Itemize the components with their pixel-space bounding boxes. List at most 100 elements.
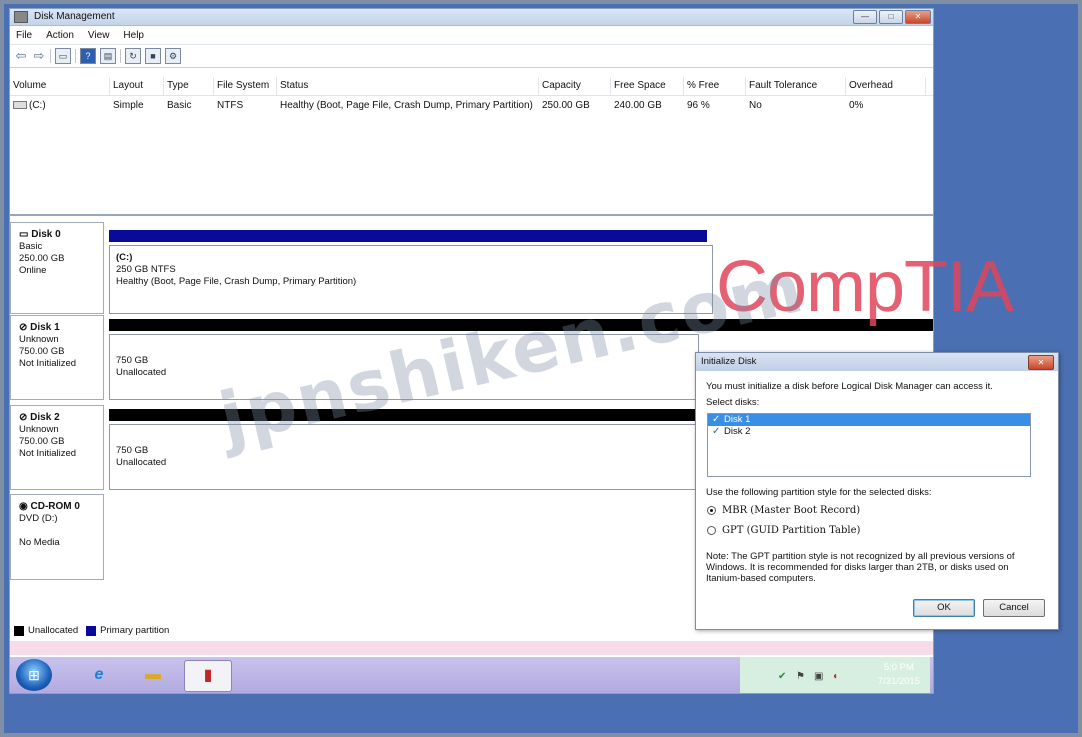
disk-name: Disk 2 [30, 412, 60, 423]
legend-label: Unallocated [28, 625, 79, 636]
disk-type: DVD (D:) [19, 513, 58, 524]
properties-icon[interactable]: ▭ [55, 48, 71, 64]
dialog-title: Initialize Disk [701, 356, 757, 367]
minimize-button[interactable]: — [853, 10, 877, 24]
column-header-fault-tolerance[interactable]: Fault Tolerance [746, 77, 846, 95]
volume-icon[interactable]: ◖ [832, 671, 838, 682]
action-center-icon[interactable]: ✔ [778, 671, 786, 682]
maximize-button[interactable]: □ [879, 10, 903, 24]
disk-2-label[interactable]: ⊘ Disk 2 Unknown 750.00 GB Not Initializ… [10, 405, 104, 490]
start-button[interactable]: ⊞ [16, 659, 52, 691]
disk-name: CD-ROM 0 [30, 501, 80, 512]
legend: Unallocated Primary partition [14, 625, 169, 636]
list-item-disk-1[interactable]: ✓ Disk 1 [708, 414, 1030, 426]
system-tray: ✔ ⚑ ▣ ◖ 5:0 PM 7/31/2015 [740, 657, 930, 693]
list-item-disk-2[interactable]: ✓ Disk 2 [708, 426, 1030, 438]
ok-button[interactable]: OK [913, 599, 975, 617]
column-header-status[interactable]: Status [277, 77, 539, 95]
checkbox-checked-icon[interactable]: ✓ [712, 426, 724, 438]
unallocated-space[interactable]: 750 GB Unallocated [109, 334, 699, 400]
unallocated-size: 750 GB [116, 355, 149, 366]
disk-size: 750.00 GB [19, 346, 65, 357]
cdrom-0-label[interactable]: ◉ CD-ROM 0 DVD (D:) No Media [10, 494, 104, 580]
disk-1-label[interactable]: ⊘ Disk 1 Unknown 750.00 GB Not Initializ… [10, 315, 104, 400]
back-icon[interactable]: ⇦ [14, 49, 28, 63]
unallocated-label: Unallocated [116, 457, 167, 468]
column-header-overhead[interactable]: Overhead [846, 77, 926, 95]
toolbar: ⇦ ⇨ ▭ ? ▤ ↻ ■ ⚙ [10, 45, 933, 68]
column-header-percent-free[interactable]: % Free [684, 77, 746, 95]
cell-free-space: 240.00 GB [614, 99, 662, 111]
column-header-free-space[interactable]: Free Space [611, 77, 684, 95]
disk-unknown-icon: ⊘ [19, 322, 28, 333]
toolbar-separator [75, 49, 76, 63]
disk-type: Basic [19, 241, 43, 252]
partition-style-label: Use the following partition style for th… [706, 487, 932, 498]
radio-mbr[interactable]: MBR (Master Boot Record) [707, 505, 860, 516]
file-explorer-icon[interactable]: ▬ [130, 660, 176, 690]
help-icon[interactable]: ? [80, 48, 96, 64]
disk-0-label[interactable]: ▭ Disk 0 Basic 250.00 GB Online [10, 222, 104, 314]
checkbox-checked-icon[interactable]: ✓ [712, 414, 724, 426]
disk-type: Unknown [19, 424, 59, 435]
cell-status: Healthy (Boot, Page File, Crash Dump, Pr… [280, 99, 533, 111]
close-button[interactable]: ✕ [905, 10, 931, 24]
cell-fault-tolerance: No [749, 99, 762, 111]
title-bar: Disk Management — □ ✕ [10, 9, 933, 26]
column-header-capacity[interactable]: Capacity [539, 77, 611, 95]
disk-state: Online [19, 265, 47, 276]
rescan-icon[interactable]: ■ [145, 48, 161, 64]
list-item-label: Disk 1 [724, 414, 751, 425]
forward-icon[interactable]: ⇨ [32, 49, 46, 63]
clock[interactable]: 5:0 PM 7/31/2015 [878, 661, 920, 689]
taskbar: ⊞ e ▬ ▮ ✔ ⚑ ▣ ◖ 5:0 PM 7/31/2015 [10, 657, 933, 693]
desktop-background-bottom [9, 694, 1079, 732]
disk-management-icon [14, 11, 28, 23]
internet-explorer-icon[interactable]: e [76, 660, 122, 690]
disk-name: Disk 0 [31, 229, 61, 240]
column-header-volume[interactable]: Volume [10, 77, 110, 95]
radio-unselected-icon[interactable] [707, 526, 716, 535]
toolbox-icon[interactable]: ▮ [184, 660, 232, 692]
settings-icon[interactable]: ⚙ [165, 48, 181, 64]
menu-file[interactable]: File [16, 30, 32, 41]
cancel-button[interactable]: Cancel [983, 599, 1045, 617]
gpt-note: Note: The GPT partition style is not rec… [706, 551, 1015, 584]
cell-file-system: NTFS [217, 99, 244, 111]
legend-swatch-unallocated [14, 625, 24, 636]
volume-name: (C:) [29, 99, 46, 111]
partition-bar-unallocated [109, 319, 933, 331]
menu-view[interactable]: View [88, 30, 110, 41]
disk-state: Not Initialized [19, 358, 77, 369]
radio-gpt[interactable]: GPT (GUID Partition Table) [707, 525, 860, 536]
partition-status: Healthy (Boot, Page File, Crash Dump, Pr… [116, 276, 357, 287]
table-row[interactable]: (C:) Simple Basic NTFS Healthy (Boot, Pa… [10, 96, 933, 114]
dialog-close-button[interactable]: ✕ [1028, 355, 1054, 370]
menu-help[interactable]: Help [123, 30, 144, 41]
disk-unknown-icon: ⊘ [19, 412, 28, 423]
console-icon[interactable]: ▤ [100, 48, 116, 64]
status-bar [10, 641, 933, 655]
column-header-layout[interactable]: Layout [110, 77, 164, 95]
dialog-title-bar: Initialize Disk ✕ [696, 353, 1058, 371]
refresh-icon[interactable]: ↻ [125, 48, 141, 64]
window-title: Disk Management [34, 11, 115, 22]
cdrom-icon: ◉ [19, 501, 28, 512]
partition-c[interactable]: (C:) 250 GB NTFS Healthy (Boot, Page Fil… [109, 245, 713, 314]
disk-size: 250.00 GB [19, 253, 65, 264]
unallocated-space[interactable]: 750 GB Unallocated [109, 424, 699, 490]
volume-list: Volume Layout Type File System Status Ca… [10, 77, 933, 214]
cell-volume: (C:) [10, 100, 110, 111]
menu-action[interactable]: Action [46, 30, 74, 41]
radio-selected-icon[interactable] [707, 506, 716, 515]
column-header-file-system[interactable]: File System [214, 77, 277, 95]
disk-type: Unknown [19, 334, 59, 345]
radio-label: MBR (Master Boot Record) [722, 505, 861, 516]
partition-bar-unallocated [109, 409, 699, 421]
cell-layout: Simple [113, 99, 144, 111]
network-icon[interactable]: ▣ [814, 671, 823, 682]
flag-icon[interactable]: ⚑ [796, 671, 805, 682]
dialog-intro: You must initialize a disk before Logica… [706, 381, 993, 392]
disk-state: Not Initialized [19, 448, 77, 459]
column-header-type[interactable]: Type [164, 77, 214, 95]
